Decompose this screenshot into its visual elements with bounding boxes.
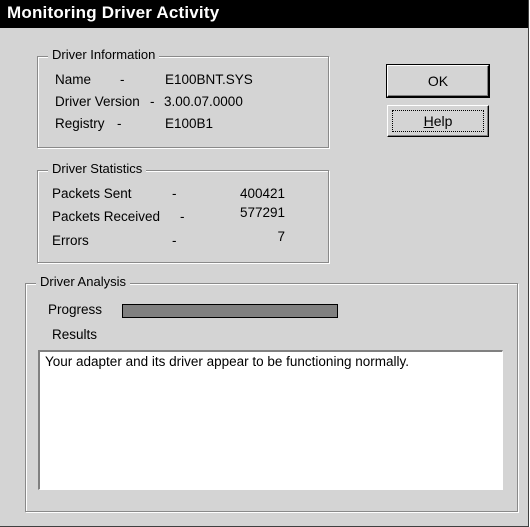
registry-sep: - xyxy=(117,116,122,131)
errors-label: Errors xyxy=(52,233,89,248)
title-bar[interactable]: Monitoring Driver Activity xyxy=(0,0,528,28)
driver-version-value: 3.00.07.0000 xyxy=(164,94,243,109)
results-label: Results xyxy=(52,327,98,342)
window-title: Monitoring Driver Activity xyxy=(7,3,220,22)
driver-analysis-legend: Driver Analysis xyxy=(36,274,130,289)
packets-sent-sep: - xyxy=(172,186,177,201)
help-button-focus-rect xyxy=(392,110,484,132)
driver-activity-dialog: Monitoring Driver Activity Driver Inform… xyxy=(0,0,529,527)
packets-sent-value: 400421 xyxy=(239,186,285,201)
packets-received-sep: - xyxy=(180,209,185,224)
progress-bar-fill xyxy=(123,305,337,317)
ok-button-label: OK xyxy=(427,73,449,89)
packets-received-value: 577291 xyxy=(239,205,285,220)
driver-version-label: Driver Version xyxy=(55,94,140,109)
driver-version-sep: - xyxy=(150,94,155,109)
registry-label: Registry xyxy=(55,116,105,131)
name-value: E100BNT.SYS xyxy=(165,72,253,87)
progress-label: Progress xyxy=(48,302,103,317)
errors-sep: - xyxy=(172,233,177,248)
driver-statistics-legend: Driver Statistics xyxy=(48,161,147,176)
results-textbox[interactable]: Your adapter and its driver appear to be… xyxy=(38,350,503,490)
progress-bar xyxy=(122,304,338,318)
help-button[interactable]: Help xyxy=(387,105,489,137)
results-text: Your adapter and its driver appear to be… xyxy=(45,354,409,369)
driver-information-legend: Driver Information xyxy=(48,47,160,62)
packets-received-label: Packets Received xyxy=(52,209,161,224)
ok-button[interactable]: OK xyxy=(386,64,490,98)
errors-value: 7 xyxy=(277,229,285,244)
name-sep: - xyxy=(120,72,125,87)
packets-sent-label: Packets Sent xyxy=(52,186,132,201)
registry-value: E100B1 xyxy=(165,116,214,131)
name-label: Name xyxy=(55,72,92,87)
